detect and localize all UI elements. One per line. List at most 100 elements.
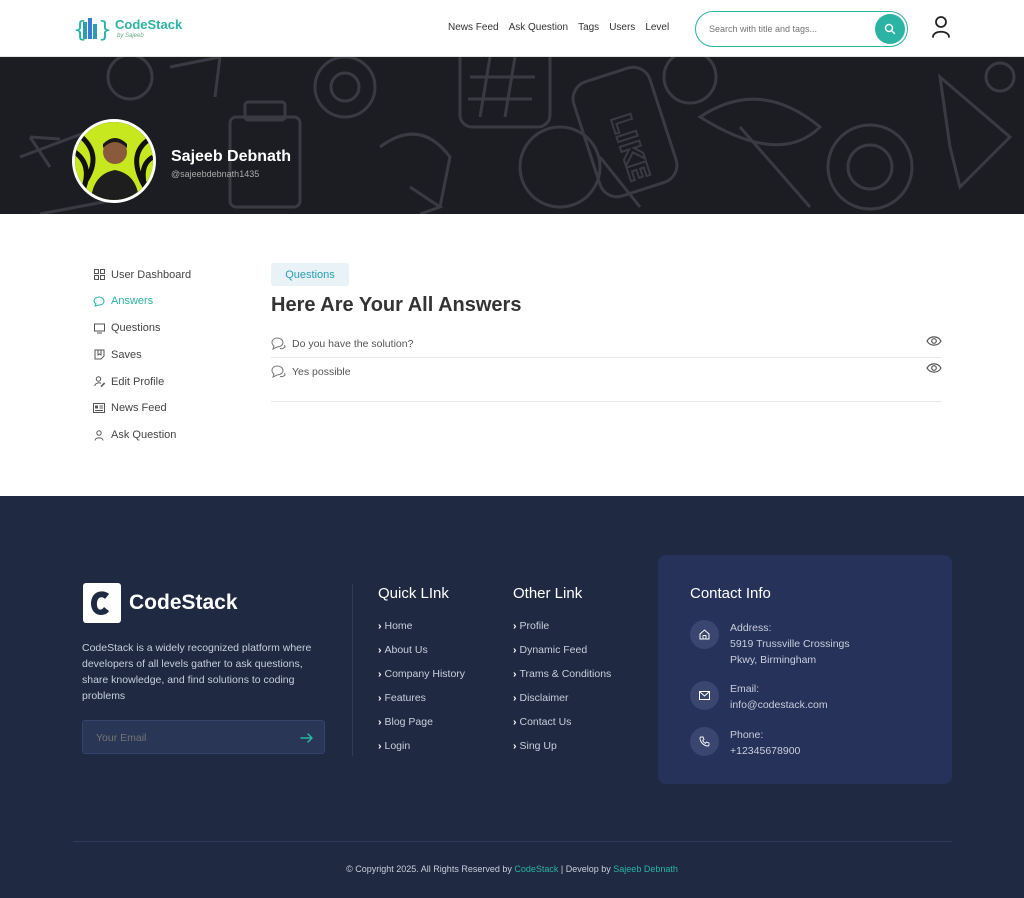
other-links-title: Other Link	[513, 585, 583, 602]
chat-bubble-icon	[271, 337, 286, 350]
svg-text:LIKE: LIKE	[604, 110, 657, 186]
nav-ask-question[interactable]: Ask Question	[509, 22, 568, 33]
search-bar	[695, 11, 908, 47]
top-header: { } CodeStack by Sajeeb News Feed Ask Qu…	[0, 0, 1024, 57]
answer-text: Yes possible	[292, 365, 351, 378]
footer-link-blog-page[interactable]: Blog Page	[378, 716, 465, 740]
nav-level[interactable]: Level	[645, 22, 669, 33]
footer-link-about-us[interactable]: About Us	[378, 644, 465, 668]
footer-link-contact-us[interactable]: Contact Us	[513, 716, 611, 740]
footer-link-login[interactable]: Login	[378, 740, 465, 764]
copyright-text: © Copyright 2025. All Rights Reserved by…	[0, 864, 1024, 874]
contact-address: Address: 5919 Trussville Crossings Pkwy,…	[690, 620, 850, 668]
chat-icon	[93, 295, 105, 307]
logo-byline: by Sajeeb	[117, 33, 144, 39]
copyright-author-link[interactable]: Sajeeb Debnath	[613, 864, 678, 874]
sidebar-item-label: Answers	[111, 295, 154, 308]
nav-users[interactable]: Users	[609, 22, 635, 33]
user-account-icon[interactable]	[930, 15, 952, 39]
view-eye-icon[interactable]	[926, 362, 942, 374]
search-button[interactable]	[875, 14, 905, 44]
doodle-pattern: LIKE	[19, 57, 1016, 214]
contact-phone-label: Phone:	[730, 729, 764, 741]
quick-links-title: Quick LInk	[378, 585, 449, 602]
footer-link-home[interactable]: Home	[378, 620, 465, 644]
sidebar-item-label: News Feed	[111, 402, 167, 415]
search-input[interactable]	[709, 21, 869, 37]
grid-icon	[93, 269, 105, 281]
contact-address-line1: 5919 Trussville Crossings	[730, 638, 850, 650]
monitor-icon	[93, 322, 105, 334]
footer-link-terms[interactable]: Trams & Conditions	[513, 668, 612, 692]
list-divider	[271, 401, 942, 402]
contact-title: Contact Info	[690, 585, 771, 602]
sidebar-item-questions[interactable]: Questions	[93, 320, 191, 337]
footer-link-dynamic-feed[interactable]: Dynamic Feed	[513, 644, 611, 668]
page-title: Here Are Your All Answers	[271, 294, 522, 316]
sidebar-item-label: Questions	[111, 322, 161, 335]
dashboard-sidebar: User Dashboard Answers Questions Saves E…	[93, 266, 191, 454]
contact-address-line2: Pkwy, Birmingham	[730, 654, 817, 666]
user-question-icon	[93, 429, 105, 441]
chat-bubble-icon	[271, 364, 286, 378]
sidebar-item-ask-question[interactable]: Ask Question	[93, 427, 191, 444]
contact-email-value[interactable]: info@codestack.com	[730, 697, 828, 713]
bookmark-icon	[93, 349, 105, 361]
user-edit-icon	[93, 376, 105, 388]
contact-info-card: Contact Info Address: 5919 Trussville Cr…	[658, 555, 952, 784]
home-icon	[690, 620, 719, 649]
quick-links: Quick LInk Home About Us Company History…	[378, 585, 465, 764]
contact-address-label: Address:	[730, 622, 772, 634]
nav-news-feed[interactable]: News Feed	[448, 22, 499, 33]
sidebar-item-label: User Dashboard	[111, 268, 192, 281]
contact-phone: Phone: +12345678900	[690, 727, 800, 759]
profile-avatar[interactable]	[72, 119, 156, 203]
sidebar-item-edit-profile[interactable]: Edit Profile	[93, 373, 191, 390]
profile-handle: @sajeebdebnath1435	[171, 169, 260, 179]
answer-row[interactable]: Yes possible	[271, 358, 942, 385]
view-eye-icon[interactable]	[926, 335, 942, 347]
sidebar-item-news-feed[interactable]: News Feed	[93, 400, 191, 417]
logo-icon: { }	[73, 18, 111, 43]
answer-row[interactable]: Do you have the solution?	[271, 331, 942, 358]
footer-description: CodeStack is a widely recognized platfor…	[82, 642, 312, 702]
copyright-separator: | Develop by	[560, 864, 611, 874]
copyright-prefix: © Copyright 2025. All Rights Reserved by	[346, 864, 512, 874]
svg-text:}: }	[98, 18, 111, 43]
copyright-brand-link[interactable]: CodeStack	[514, 864, 558, 874]
site-logo[interactable]: { } CodeStack by Sajeeb	[73, 14, 182, 44]
sidebar-item-label: Saves	[111, 348, 142, 361]
newsletter-email-input[interactable]	[96, 730, 286, 746]
newspaper-icon	[93, 402, 105, 414]
footer-rule	[73, 841, 952, 842]
nav-tags[interactable]: Tags	[578, 22, 599, 33]
newsletter-form	[82, 720, 325, 754]
footer-divider	[352, 584, 353, 756]
footer-link-disclaimer[interactable]: Disclaimer	[513, 692, 611, 716]
main-nav: News Feed Ask Question Tags Users Level	[448, 22, 669, 33]
tab-questions[interactable]: Questions	[271, 263, 349, 286]
mail-icon	[690, 681, 719, 710]
sidebar-item-saves[interactable]: Saves	[93, 346, 191, 363]
search-icon	[884, 23, 896, 35]
footer-link-profile[interactable]: Profile	[513, 620, 611, 644]
contact-email-label: Email:	[730, 683, 760, 695]
footer-link-features[interactable]: Features	[378, 692, 465, 716]
footer-link-company-history[interactable]: Company History	[378, 668, 466, 692]
avatar-image	[75, 122, 153, 200]
sidebar-item-answers[interactable]: Answers	[93, 293, 191, 310]
footer-logo-icon	[83, 583, 121, 623]
profile-banner: LIKE	[0, 57, 1024, 214]
footer-link-sign-up[interactable]: Sing Up	[513, 740, 611, 764]
contact-phone-value[interactable]: +12345678900	[730, 743, 800, 759]
site-footer: CodeStack CodeStack is a widely recogniz…	[0, 496, 1024, 898]
other-links: Other Link Profile Dynamic Feed Trams & …	[513, 585, 611, 764]
answer-text: Do you have the solution?	[292, 338, 414, 350]
arrow-right-icon[interactable]	[300, 731, 314, 745]
profile-name: Sajeeb Debnath	[171, 148, 292, 165]
footer-logo[interactable]: CodeStack	[83, 583, 238, 623]
logo-name: CodeStack	[115, 17, 183, 32]
phone-icon	[690, 727, 719, 756]
sidebar-item-label: Edit Profile	[111, 375, 165, 388]
sidebar-item-user-dashboard[interactable]: User Dashboard	[93, 266, 191, 283]
